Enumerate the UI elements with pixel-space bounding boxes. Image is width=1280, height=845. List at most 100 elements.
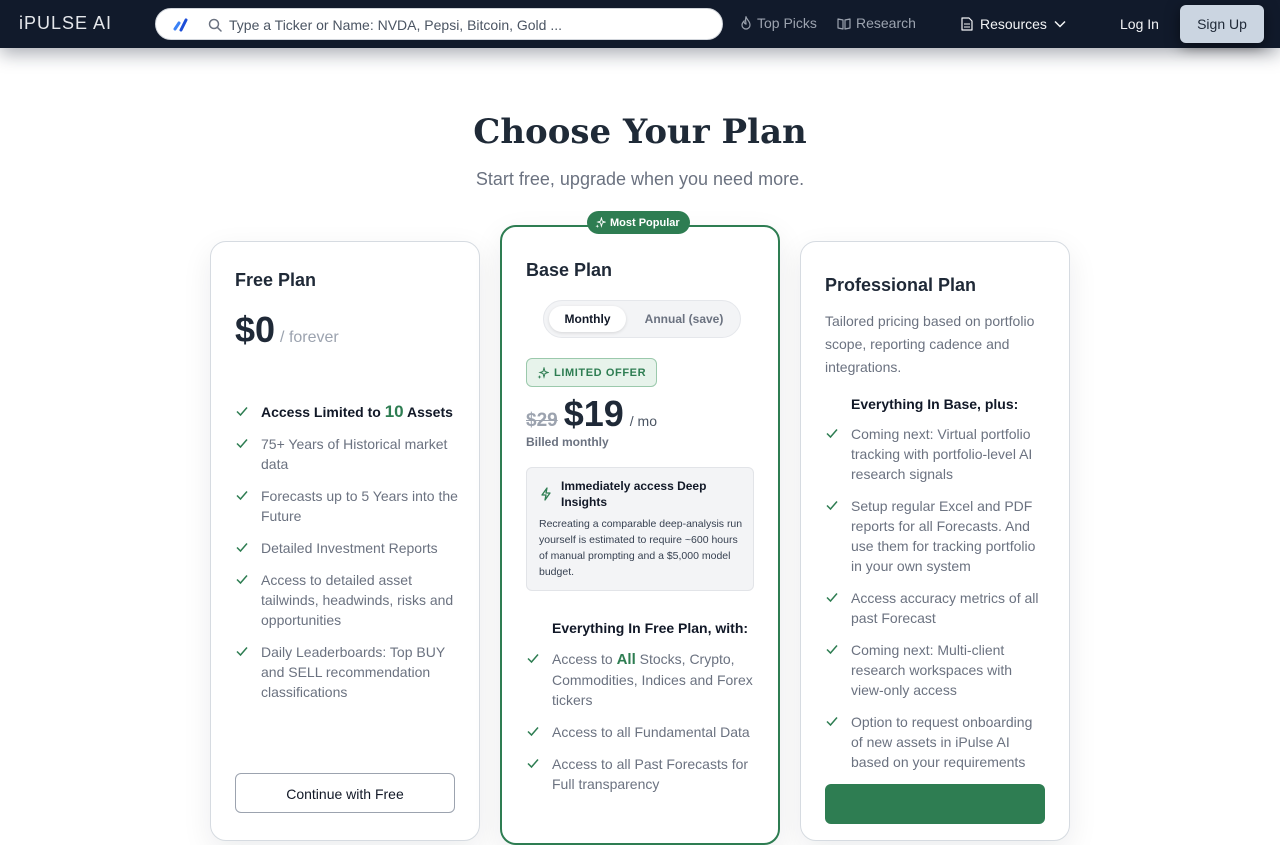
feature-text: Access to All Stocks, Crypto, Commoditie… — [552, 651, 753, 708]
check-icon — [527, 759, 539, 769]
page-title: Choose Your Plan — [473, 112, 807, 152]
base-plan-features: Access to All Stocks, Crypto, Commoditie… — [526, 649, 756, 806]
pro-plan-title: Professional Plan — [825, 275, 977, 295]
billing-monthly-option[interactable]: Monthly — [549, 306, 626, 332]
base-feature-item: Access to all Past Forecasts for Full tr… — [526, 754, 756, 794]
nav-top-picks[interactable]: Top Picks — [740, 15, 817, 31]
feature-text: Detailed Investment Reports — [261, 540, 438, 556]
free-plan-features: Access Limited to 10 Assets 75+ Years of … — [235, 402, 465, 714]
limited-offer-label: LIMITED OFFER — [554, 366, 647, 379]
pro-feature-item: Coming next: Virtual portfolio tracking … — [825, 424, 1045, 484]
pro-feature-item: Access accuracy metrics of all past Fore… — [825, 588, 1045, 628]
feature-highlight: 10 — [384, 402, 404, 421]
pro-features-heading: Everything In Base, plus: — [851, 396, 1019, 412]
deep-insights-body: Recreating a comparable deep-analysis ru… — [539, 518, 743, 578]
feature-text: Access accuracy metrics of all past Fore… — [851, 590, 1039, 626]
base-plan-period: / mo — [629, 413, 658, 429]
check-icon — [236, 439, 248, 449]
base-feature-item: Access to All Stocks, Crypto, Commoditie… — [526, 649, 756, 710]
base-plan-title: Base Plan — [526, 260, 613, 280]
free-plan-period: / forever — [280, 329, 339, 346]
pro-feature-item: Option to request onboarding of new asse… — [825, 712, 1045, 772]
feature-text: Forecasts up to 5 Years into the Future — [261, 488, 458, 524]
feature-text: Access Limited to 10 Assets — [261, 402, 453, 421]
feature-text: Access to all Fundamental Data — [552, 724, 750, 740]
feature-text-pre: Access Limited to — [261, 404, 385, 420]
chevron-down-icon — [1054, 20, 1066, 28]
feature-text: Option to request onboarding of new asse… — [851, 714, 1033, 770]
nav-top-picks-label: Top Picks — [757, 15, 817, 31]
free-feature-item: Forecasts up to 5 Years into the Future — [235, 486, 465, 526]
free-plan-price: $0 — [235, 309, 276, 350]
ipulse-logo-icon — [173, 18, 188, 32]
nav-resources-dropdown[interactable]: Resources — [961, 16, 1066, 32]
feature-text: Coming next: Multi-client research works… — [851, 642, 1013, 698]
book-open-icon — [837, 17, 851, 30]
billing-annual-option[interactable]: Annual (save) — [634, 306, 734, 332]
flame-icon — [741, 16, 751, 30]
top-navbar: iPULSE AI Type a Ticker or Name: NVDA, P… — [0, 0, 1280, 48]
free-plan-title: Free Plan — [235, 270, 317, 290]
free-feature-item: Detailed Investment Reports — [235, 538, 465, 558]
feature-text-post: Assets — [403, 404, 453, 420]
continue-free-button[interactable]: Continue with Free — [235, 773, 455, 813]
billing-toggle: Monthly Annual (save) — [543, 300, 741, 338]
check-icon — [236, 491, 248, 501]
free-feature-item: Access Limited to 10 Assets — [235, 402, 465, 422]
feature-highlight: All — [616, 651, 636, 668]
free-feature-item: Daily Leaderboards: Top BUY and SELL rec… — [235, 642, 465, 702]
deep-insights-title: Immediately access Deep Insights — [561, 479, 707, 509]
base-plan-price: $19 — [563, 393, 624, 434]
feature-text: Daily Leaderboards: Top BUY and SELL rec… — [261, 644, 445, 700]
check-icon — [826, 429, 838, 439]
most-popular-badge: Most Popular — [587, 211, 690, 234]
free-feature-item: 75+ Years of Historical market data — [235, 434, 465, 474]
check-icon — [527, 727, 539, 737]
billing-note: Billed monthly — [526, 435, 609, 449]
feature-text: 75+ Years of Historical market data — [261, 436, 448, 472]
base-feature-item: Access to all Fundamental Data — [526, 722, 756, 742]
free-plan-price-row: $0 / forever — [235, 309, 339, 351]
search-input[interactable]: Type a Ticker or Name: NVDA, Pepsi, Bitc… — [229, 17, 562, 33]
check-icon — [826, 645, 838, 655]
deep-insights-box: Immediately access Deep Insights Recreat… — [526, 467, 754, 591]
base-plan-price-row: $29 $19 / mo — [526, 393, 657, 435]
base-plan-card: Base Plan Monthly Annual (save) LIMITED … — [500, 225, 780, 845]
most-popular-label: Most Popular — [610, 216, 680, 229]
search-bar[interactable]: Type a Ticker or Name: NVDA, Pepsi, Bitc… — [155, 8, 723, 40]
sparkles-icon — [537, 366, 549, 379]
sparkles-icon — [595, 217, 606, 228]
limited-offer-badge: LIMITED OFFER — [526, 358, 658, 387]
pro-plan-features: Coming next: Virtual portfolio tracking … — [825, 424, 1045, 784]
brand-logo[interactable]: iPULSE AI — [19, 13, 112, 34]
check-icon — [527, 654, 539, 664]
check-icon — [826, 501, 838, 511]
contact-sales-button[interactable] — [825, 784, 1045, 824]
free-plan-card: Free Plan $0 / forever Access Limited to… — [210, 241, 480, 841]
signup-button[interactable]: Sign Up — [1180, 5, 1264, 43]
document-icon — [961, 17, 973, 31]
pro-plan-card: Professional Plan Tailored pricing based… — [800, 241, 1070, 841]
base-plan-old-price: $29 — [526, 410, 558, 431]
feature-text: Access to all Past Forecasts for Full tr… — [552, 756, 749, 792]
pro-feature-item: Coming next: Multi-client research works… — [825, 640, 1045, 700]
feature-text: Access to detailed asset tailwinds, head… — [261, 572, 454, 628]
lightning-icon — [541, 487, 551, 501]
check-icon — [236, 647, 248, 657]
feature-text: Setup regular Excel and PDF reports for … — [851, 498, 1036, 574]
feature-text: Coming next: Virtual portfolio tracking … — [851, 426, 1033, 482]
base-features-heading: Everything In Free Plan, with: — [552, 620, 749, 636]
search-icon — [208, 18, 222, 32]
check-icon — [236, 575, 248, 585]
login-button[interactable]: Log In — [1120, 16, 1159, 32]
check-icon — [236, 407, 248, 417]
check-icon — [826, 717, 838, 727]
nav-research[interactable]: Research — [837, 15, 916, 31]
nav-research-label: Research — [856, 15, 916, 31]
check-icon — [236, 543, 248, 553]
page-subtitle: Start free, upgrade when you need more. — [475, 169, 805, 189]
pro-feature-item: Setup regular Excel and PDF reports for … — [825, 496, 1045, 576]
pro-plan-description: Tailored pricing based on portfolio scop… — [825, 313, 1035, 375]
free-feature-item: Access to detailed asset tailwinds, head… — [235, 570, 465, 630]
feature-text-pre: Access to — [552, 651, 617, 667]
